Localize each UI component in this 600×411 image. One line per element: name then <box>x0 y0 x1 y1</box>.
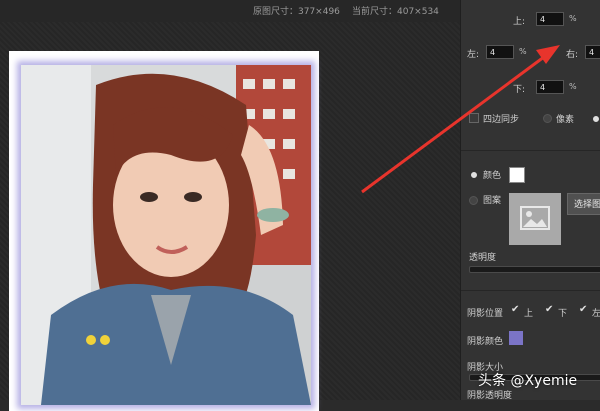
annotation-arrow <box>361 45 560 194</box>
watermark-text: 头条 @Xyemie <box>478 373 578 389</box>
